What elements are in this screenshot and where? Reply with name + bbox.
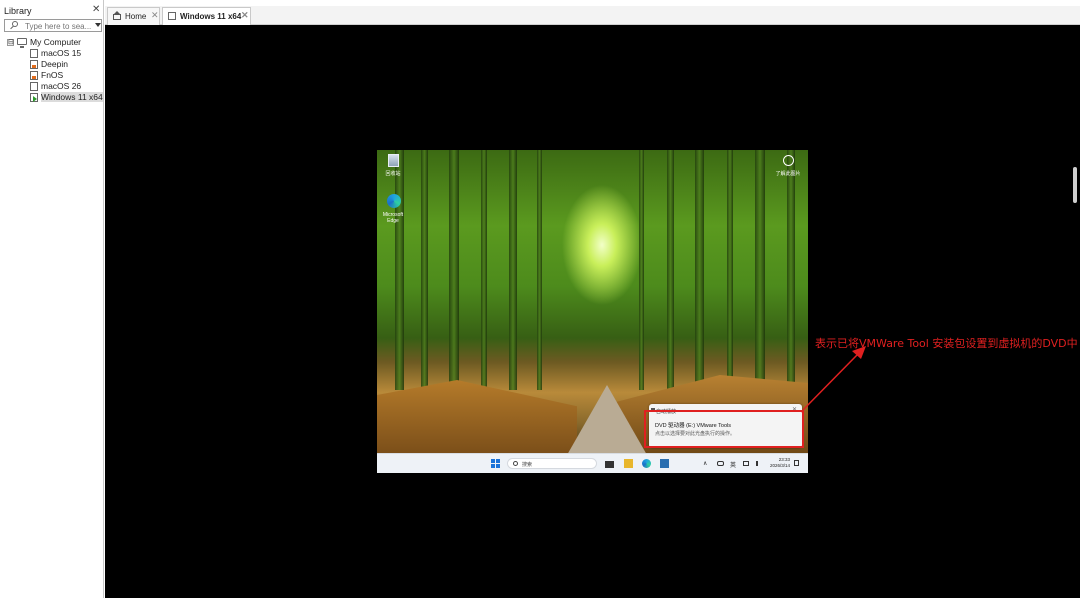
tab-close-button[interactable]: ✕ [151, 10, 159, 21]
tray-overflow-icon[interactable]: ∧ [703, 460, 707, 467]
bamboo-stalk [755, 150, 765, 390]
library-title: Library [4, 6, 32, 16]
desktop-icon-label: 回收站 [385, 171, 401, 177]
volume-icon[interactable] [756, 461, 761, 466]
tree-item-label: macOS 15 [41, 48, 82, 58]
vm-warning-icon [30, 71, 38, 80]
tree-item-macos-26[interactable]: macOS 26 [0, 81, 104, 92]
desktop-icon-label: Microsoft Edge [382, 212, 404, 224]
notification-highlight-box [644, 410, 804, 448]
taskbar-search-box[interactable]: 搜索 [507, 458, 597, 469]
taskbar-clock[interactable]: 23:33 2026/3/14 [768, 457, 790, 469]
library-panel: Library ✕ ⊟ My Computer macOS 15 Deepin [0, 0, 104, 598]
search-icon [513, 461, 518, 466]
tab-label: Home [125, 12, 147, 21]
search-dropdown-icon[interactable] [95, 23, 101, 27]
vm-warning-icon [30, 60, 38, 69]
bamboo-stalk [667, 150, 674, 390]
tab-bar-gap [105, 0, 1080, 6]
task-view-icon[interactable] [605, 461, 614, 468]
edge-taskbar-icon[interactable] [642, 459, 651, 468]
search-icon [12, 21, 18, 27]
tree-item-my-computer[interactable]: ⊟ My Computer [0, 37, 104, 48]
cloud-icon[interactable] [717, 461, 724, 466]
vm-powered-off-icon [30, 82, 38, 91]
tree-item-macos-15[interactable]: macOS 15 [0, 48, 104, 59]
tab-bar: Home ✕ Windows 11 x64 ✕ [105, 0, 1080, 25]
logo-tile [496, 459, 500, 463]
tab-label: Windows 11 x64 [180, 12, 242, 21]
vertical-scrollbar-thumb[interactable] [1073, 167, 1077, 203]
library-search-input[interactable] [25, 21, 91, 31]
ime-indicator[interactable]: 英 [730, 460, 736, 469]
tab-close-button[interactable]: ✕ [241, 10, 249, 21]
bamboo-stalk [421, 150, 428, 390]
store-icon[interactable] [660, 459, 669, 468]
home-icon [113, 11, 121, 20]
tree-item-windows-11[interactable]: Windows 11 x64 [0, 92, 104, 103]
tree-item-fnos[interactable]: FnOS [0, 70, 104, 81]
bamboo-stalk [537, 150, 542, 390]
bamboo-stalk [787, 150, 795, 390]
desktop-icon-edge[interactable]: Microsoft Edge [379, 194, 407, 224]
bamboo-stalk [509, 150, 517, 390]
library-search[interactable] [4, 19, 102, 32]
bamboo-stalk [695, 150, 704, 390]
notification-bell-icon[interactable] [794, 460, 799, 466]
computer-icon [17, 38, 27, 48]
bamboo-stalk [639, 150, 644, 390]
file-explorer-icon[interactable] [624, 459, 633, 468]
desktop-icon-about-picture[interactable]: 了解此图片 [774, 155, 802, 177]
vmware-workstation-window: Library ✕ ⊟ My Computer macOS 15 Deepin [0, 0, 1080, 598]
desktop-icon-label: 了解此图片 [775, 171, 801, 177]
tab-home[interactable]: Home ✕ [107, 7, 160, 25]
library-close-button[interactable]: ✕ [92, 4, 100, 15]
vm-running-icon [168, 12, 176, 20]
tree-item-label: Windows 11 x64 [41, 92, 103, 102]
bamboo-stalk [727, 150, 733, 390]
windows-start-icon[interactable] [491, 459, 501, 469]
about-picture-icon [783, 155, 794, 166]
tab-windows-11[interactable]: Windows 11 x64 ✕ [162, 7, 251, 25]
tree-item-label: FnOS [41, 70, 64, 80]
taskbar-search-label: 搜索 [522, 462, 533, 468]
tree-item-label: My Computer [30, 37, 82, 47]
tree-item-label: macOS 26 [41, 81, 82, 91]
network-icon[interactable] [743, 461, 749, 466]
logo-tile [491, 459, 495, 463]
guest-taskbar: 搜索 ∧ 英 23:33 2026/3/14 [377, 453, 808, 473]
recycle-bin-icon [388, 154, 399, 167]
collapse-icon[interactable]: ⊟ [7, 39, 14, 46]
vm-running-icon [30, 93, 38, 102]
tree-item-deepin[interactable]: Deepin [0, 59, 104, 70]
desktop-icon-recycle-bin[interactable]: 回收站 [379, 154, 407, 177]
vm-powered-off-icon [30, 49, 38, 58]
logo-tile [491, 464, 495, 468]
tree-item-label: Deepin [41, 59, 68, 69]
stone-path [567, 385, 647, 455]
annotation-text: 表示已将VMWare Tool 安装包设置到虚拟机的DVD中 [815, 337, 1078, 350]
bamboo-stalk [395, 150, 404, 390]
edge-icon [387, 194, 401, 208]
grass-left [377, 380, 577, 455]
bamboo-stalk [449, 150, 459, 390]
library-header: Library ✕ [0, 4, 104, 18]
bamboo-stalk [481, 150, 487, 390]
logo-tile [496, 464, 500, 468]
clock-date: 2026/3/14 [769, 463, 790, 468]
